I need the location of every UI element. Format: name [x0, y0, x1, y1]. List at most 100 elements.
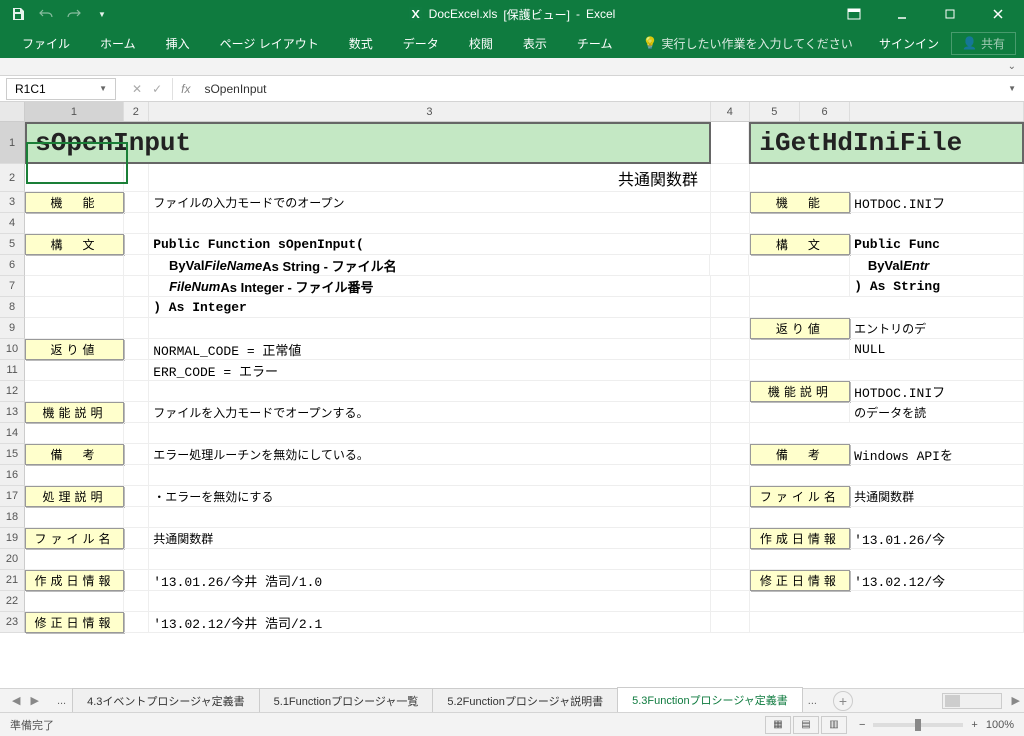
tab-nav-next-icon[interactable]: ▶	[26, 692, 42, 709]
cell[interactable]	[149, 465, 711, 486]
spreadsheet-grid[interactable]: 1 2 3 4 5 6 1 sOpenInput iGetHdIniFile 2…	[0, 102, 1024, 652]
row-header[interactable]: 16	[0, 465, 25, 486]
cell[interactable]: Public Func	[850, 234, 1024, 255]
row-header[interactable]: 1	[0, 122, 25, 164]
cell[interactable]	[25, 297, 124, 318]
function-header-right[interactable]: iGetHdIniFile	[749, 122, 1024, 164]
cell[interactable]	[711, 276, 750, 297]
cell[interactable]	[750, 423, 1024, 444]
row-header[interactable]: 17	[0, 486, 25, 507]
sheet-tab-active[interactable]: 5.3Functionプロシージャ定義書	[617, 687, 803, 714]
cell[interactable]	[124, 612, 149, 633]
tab-data[interactable]: データ	[389, 29, 453, 58]
cell[interactable]	[711, 213, 750, 234]
cell[interactable]	[750, 360, 1024, 381]
label-sakusei-r[interactable]: 作成日情報	[750, 528, 851, 549]
tab-home[interactable]: ホーム	[86, 29, 150, 58]
normal-view-icon[interactable]: ▦	[765, 716, 791, 734]
cell[interactable]: '13.01.26/今	[850, 528, 1024, 549]
cell[interactable]	[124, 423, 149, 444]
cell[interactable]	[711, 192, 750, 213]
row-header[interactable]: 5	[0, 234, 25, 255]
label-bikou-r[interactable]: 備 考	[750, 444, 851, 465]
cell[interactable]: ) As Integer	[149, 297, 711, 318]
col-header[interactable]: 4	[711, 102, 750, 121]
minimize-button[interactable]	[880, 0, 924, 28]
cell[interactable]	[124, 465, 149, 486]
cell[interactable]	[711, 297, 750, 318]
scroll-right-icon[interactable]: ▶	[1008, 694, 1024, 707]
cell[interactable]: '13.02.12/今	[850, 570, 1024, 591]
cell[interactable]	[711, 318, 750, 339]
col-header[interactable]: 3	[149, 102, 711, 121]
cell[interactable]: ファイルを入力モードでオープンする。	[149, 402, 710, 423]
row-header[interactable]: 19	[0, 528, 25, 549]
accept-formula-icon[interactable]: ✓	[152, 82, 162, 96]
cell[interactable]: FileNum As Integer - ファイル番号	[149, 276, 711, 297]
label-shusei[interactable]: 修正日情報	[25, 612, 124, 633]
cell[interactable]	[750, 164, 1024, 192]
row-header[interactable]: 3	[0, 192, 25, 213]
cell[interactable]	[149, 549, 711, 570]
label-shusei-r[interactable]: 修正日情報	[750, 570, 851, 591]
signin-link[interactable]: サインイン	[879, 35, 939, 52]
label-bikou[interactable]: 備 考	[25, 444, 124, 465]
cell[interactable]	[124, 381, 149, 402]
cell[interactable]	[25, 213, 124, 234]
cell[interactable]	[711, 465, 750, 486]
row-header[interactable]: 6	[0, 255, 25, 276]
cell[interactable]	[750, 465, 1024, 486]
cell[interactable]	[124, 360, 149, 381]
cell[interactable]	[124, 549, 149, 570]
cell[interactable]	[124, 528, 149, 549]
cell[interactable]	[124, 402, 149, 423]
cell[interactable]	[25, 276, 124, 297]
cell[interactable]	[25, 507, 124, 528]
cell[interactable]	[124, 318, 149, 339]
tab-insert[interactable]: 挿入	[152, 29, 204, 58]
cell[interactable]	[124, 164, 149, 192]
col-header[interactable]: 6	[800, 102, 850, 121]
row-header[interactable]: 18	[0, 507, 25, 528]
cell[interactable]: 共通関数群	[149, 528, 710, 549]
cell[interactable]	[25, 318, 124, 339]
cell[interactable]	[25, 549, 124, 570]
cell[interactable]	[750, 297, 1024, 318]
cell[interactable]	[750, 276, 851, 297]
row-header[interactable]: 15	[0, 444, 25, 465]
cancel-formula-icon[interactable]: ✕	[132, 82, 142, 96]
label-kinou[interactable]: 機 能	[25, 192, 124, 213]
tab-layout[interactable]: ページ レイアウト	[206, 29, 333, 58]
cell[interactable]	[750, 402, 851, 423]
cell[interactable]	[124, 507, 149, 528]
cell[interactable]	[25, 591, 124, 612]
label-modori-r[interactable]: 返り値	[750, 318, 851, 339]
cell[interactable]	[711, 339, 750, 360]
label-filename-r[interactable]: ファイル名	[750, 486, 851, 507]
label-kinousetsumei[interactable]: 機能説明	[25, 402, 124, 423]
tab-overflow-left[interactable]: ...	[51, 695, 72, 707]
cell[interactable]: 共通関数群	[149, 164, 711, 192]
cell[interactable]	[711, 122, 750, 164]
page-break-view-icon[interactable]: ▥	[821, 716, 847, 734]
cell[interactable]	[149, 423, 711, 444]
name-box-dropdown-icon[interactable]: ▼	[99, 84, 107, 93]
cell[interactable]: NULL	[850, 339, 1024, 360]
cell[interactable]	[124, 297, 149, 318]
cell[interactable]: HOTDOC.INIフ	[850, 381, 1024, 402]
cell[interactable]	[124, 255, 149, 276]
label-modori[interactable]: 返り値	[25, 339, 124, 360]
sheet-tab[interactable]: 5.2Functionプロシージャ説明書	[432, 688, 618, 713]
row-header[interactable]: 10	[0, 339, 25, 360]
save-icon[interactable]	[8, 4, 28, 24]
label-koubun[interactable]: 構 文	[25, 234, 124, 255]
col-header[interactable]: 1	[25, 102, 124, 121]
label-koubun-r[interactable]: 構 文	[750, 234, 851, 255]
tab-review[interactable]: 校閲	[455, 29, 507, 58]
cell[interactable]: Public Function sOpenInput(	[149, 234, 710, 255]
sheet-tab[interactable]: 4.3イベントプロシージャ定義書	[72, 688, 260, 713]
tab-nav-prev-icon[interactable]: ◀	[8, 692, 24, 709]
zoom-level[interactable]: 100%	[986, 719, 1014, 731]
cell[interactable]	[711, 164, 750, 192]
zoom-in-button[interactable]: +	[971, 719, 977, 731]
